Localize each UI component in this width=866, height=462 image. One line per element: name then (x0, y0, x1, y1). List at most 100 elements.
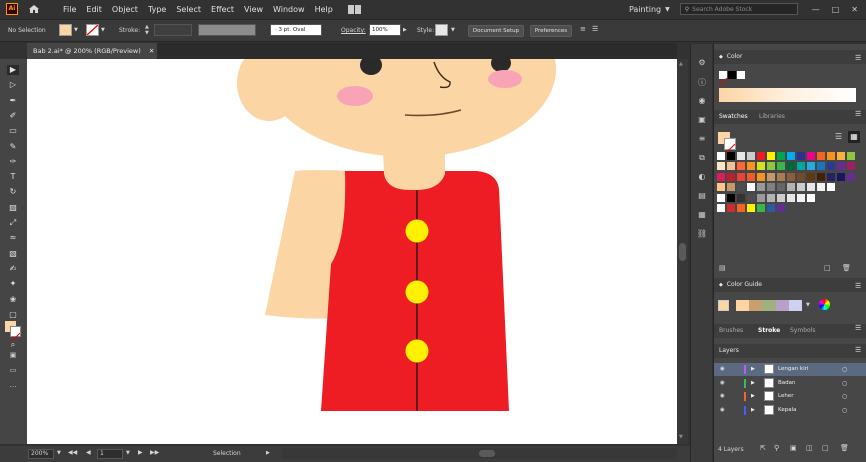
swatch[interactable] (737, 193, 745, 202)
target-icon[interactable]: ○ (842, 363, 847, 376)
swatch[interactable] (787, 152, 795, 160)
workspace-switcher[interactable]: Painting (629, 5, 661, 14)
curvature-tool[interactable]: ✐ (7, 111, 19, 121)
swatch[interactable] (827, 162, 835, 171)
swatch[interactable] (757, 204, 765, 212)
brush-definition[interactable]: · 3 pt. Oval (270, 24, 322, 36)
tab-swatches[interactable]: Swatches (719, 113, 748, 120)
swatch[interactable] (787, 172, 795, 181)
swatch[interactable] (817, 172, 825, 181)
swatch[interactable] (717, 152, 725, 160)
menu-window[interactable]: Window (268, 5, 310, 14)
swatch[interactable] (767, 172, 775, 181)
visibility-eye-icon[interactable]: ◉ (720, 377, 725, 390)
target-icon[interactable]: ○ (842, 390, 847, 403)
stroke-swatch[interactable] (86, 24, 99, 36)
scale-tool[interactable]: ⤢ (7, 218, 19, 228)
graphic-styles-icon[interactable]: ▦ (696, 210, 708, 222)
swatch[interactable] (717, 172, 725, 181)
edit-toolbar-icon[interactable]: … (7, 381, 19, 391)
color-guide-base[interactable] (718, 300, 729, 311)
panel-collapse-icon[interactable]: ◆ (719, 54, 723, 60)
swatch[interactable] (737, 204, 745, 212)
gradient-panel-icon[interactable]: ▤ (696, 191, 708, 203)
blend-tool[interactable]: ✦ (7, 279, 19, 289)
panel-collapse-icon[interactable]: ◆ (719, 282, 723, 288)
expand-arrow-icon[interactable]: ▶ (751, 404, 755, 417)
swatch[interactable] (757, 172, 765, 181)
layers-panel-header[interactable]: Layers (714, 344, 866, 358)
swatch[interactable] (727, 152, 735, 160)
gradient-tool[interactable]: ▧ (7, 249, 19, 259)
prev-artboard-icon[interactable]: ◀ (86, 449, 91, 456)
opacity-input[interactable]: 100% (369, 24, 401, 36)
swatch[interactable] (777, 193, 785, 202)
swatch[interactable] (747, 172, 755, 181)
preferences-button[interactable]: Preferences (530, 25, 572, 37)
swatch[interactable] (737, 152, 745, 160)
swatch[interactable] (777, 162, 785, 171)
horizontal-scrollbar[interactable] (282, 448, 677, 459)
info-icon[interactable]: ⓘ (696, 77, 708, 89)
layer-row[interactable]: ◉ ▶ Lengan kiri ○ (714, 363, 866, 376)
panel-menu-icon[interactable]: ☰ (592, 25, 598, 33)
type-tool[interactable]: T (7, 172, 19, 182)
width-tool[interactable]: ≈ (7, 233, 19, 243)
color-panel-menu-icon[interactable]: ☰ (855, 54, 861, 62)
pathfinder-icon[interactable]: ⧉ (696, 153, 708, 165)
layer-row[interactable]: ◉ ▶ Kepala ○ (714, 404, 866, 417)
swatch[interactable] (777, 172, 785, 181)
maximize-button[interactable]: □ (832, 5, 840, 14)
direct-selection-tool[interactable]: ▷ (7, 80, 19, 90)
expand-arrow-icon[interactable]: ▶ (751, 390, 755, 403)
expand-arrow-icon[interactable]: ▶ (751, 363, 755, 376)
stroke-panel-menu-icon[interactable]: ☰ (855, 324, 861, 332)
swatch-libraries-icon[interactable]: ▤ (719, 264, 726, 272)
color-wheel-icon[interactable] (819, 299, 830, 310)
swatch[interactable] (787, 183, 795, 192)
close-button[interactable]: ✕ (851, 5, 858, 14)
swatch[interactable] (767, 183, 775, 192)
layer-row[interactable]: ◉ ▶ Badan ○ (714, 377, 866, 390)
list-view-icon[interactable]: ☰ (835, 132, 842, 141)
delete-layer-icon[interactable]: 🗑 (840, 444, 849, 452)
appearance-icon[interactable]: ◉ (696, 96, 708, 108)
swatch[interactable] (727, 162, 735, 171)
artboard-dropdown-icon[interactable]: ▼ (126, 450, 130, 456)
swatch[interactable] (807, 172, 815, 181)
swatch[interactable] (727, 204, 735, 212)
menu-effect[interactable]: Effect (206, 5, 239, 14)
stroke-weight-stepper[interactable]: ▲ ▼ (145, 24, 153, 36)
swatch[interactable] (807, 152, 815, 160)
swatch[interactable] (717, 204, 725, 212)
tab-close-icon[interactable]: ✕ (149, 47, 154, 55)
swatch[interactable] (807, 193, 815, 202)
layer-row[interactable]: ◉ ▶ Leher ○ (714, 390, 866, 403)
harmony-dropdown-icon[interactable]: ▼ (806, 302, 810, 308)
first-artboard-icon[interactable]: ◀◀ (68, 449, 77, 456)
new-layer-icon[interactable]: □ (822, 444, 829, 452)
swatch[interactable] (717, 193, 725, 202)
visibility-eye-icon[interactable]: ◉ (720, 390, 725, 403)
home-icon[interactable] (28, 4, 40, 14)
swatch[interactable] (797, 152, 805, 160)
swatch[interactable] (817, 162, 825, 171)
align-icon[interactable]: ≡ (580, 25, 586, 33)
status-arrow-icon[interactable]: ▶ (266, 450, 270, 456)
target-icon[interactable]: ○ (842, 377, 847, 390)
scroll-down-icon[interactable]: ▼ (679, 434, 683, 440)
layers-panel-menu-icon[interactable]: ☰ (855, 346, 861, 354)
harmony-rules-strip[interactable] (736, 300, 803, 311)
swatch[interactable] (767, 162, 775, 171)
swatch[interactable] (787, 162, 795, 171)
swatch[interactable] (847, 152, 855, 160)
menu-type[interactable]: Type (143, 5, 171, 14)
chevron-down-icon[interactable]: ▼ (665, 6, 670, 13)
horizontal-scroll-thumb[interactable] (479, 450, 495, 457)
variable-width-profile[interactable] (198, 24, 256, 36)
swatch[interactable] (847, 162, 855, 171)
vertical-scrollbar[interactable]: ▲ ▼ (677, 59, 688, 444)
screen-mode-icon[interactable]: ▭ (7, 366, 19, 376)
swatch[interactable] (827, 152, 835, 160)
target-icon[interactable]: ○ (842, 404, 847, 417)
